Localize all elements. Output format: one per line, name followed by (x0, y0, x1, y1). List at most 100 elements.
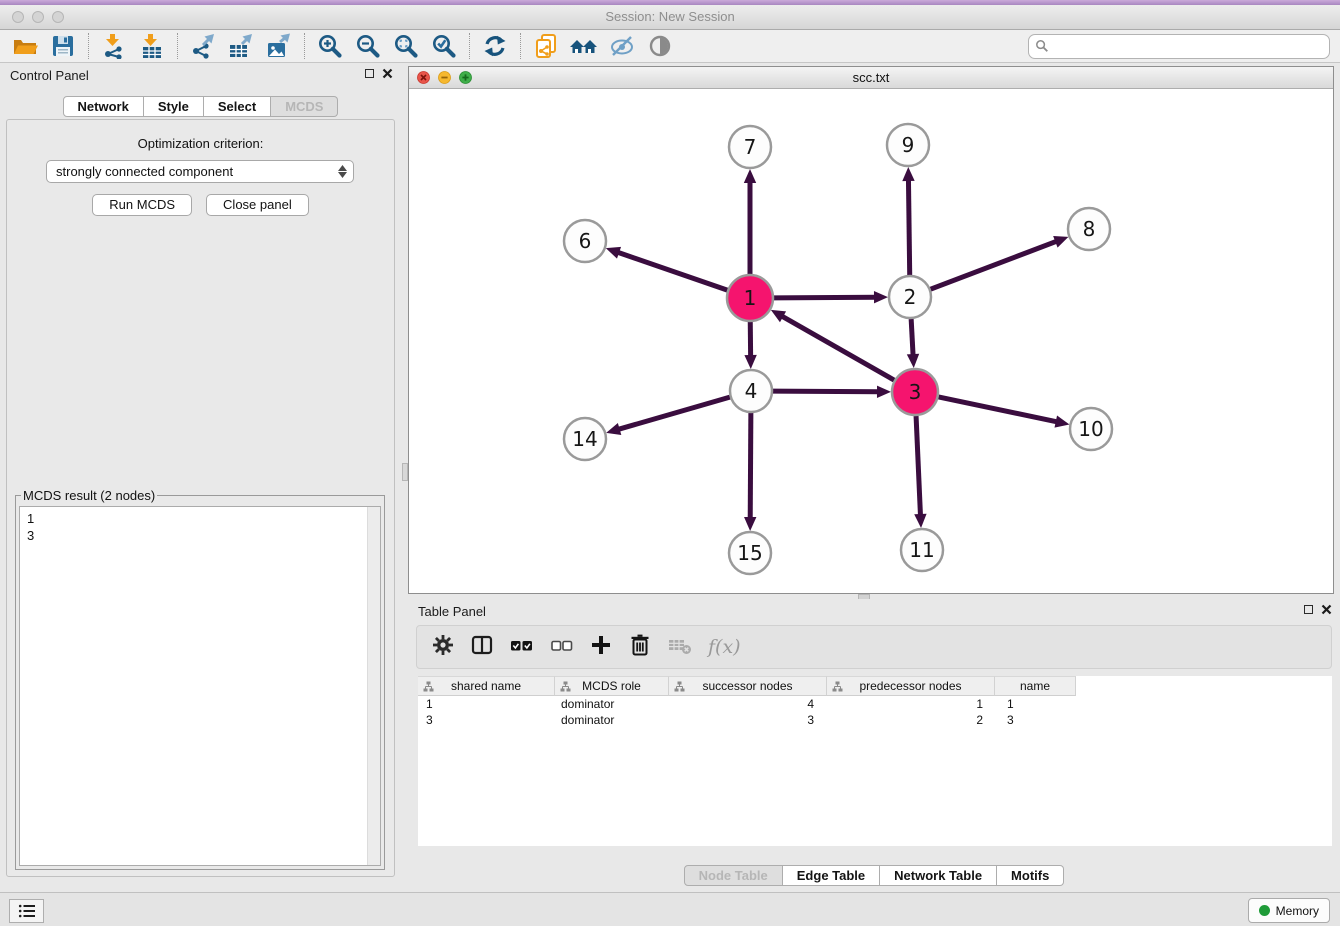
toolbar-separator (469, 33, 470, 59)
edge-2-8[interactable] (931, 241, 1059, 289)
table-cell[interactable]: 3 (418, 713, 555, 727)
refresh-layout-icon[interactable] (476, 32, 514, 60)
delete-table-icon-disabled (667, 633, 693, 662)
node-label: 4 (745, 379, 758, 403)
edge-2-9[interactable] (908, 178, 909, 275)
table-cell[interactable]: 3 (995, 713, 1076, 727)
zoom-fit-icon[interactable] (387, 32, 425, 60)
scrollbar-track[interactable] (367, 507, 380, 865)
zoom-in-icon[interactable] (311, 32, 349, 60)
table-cell[interactable]: 3 (669, 713, 827, 727)
mcds-result-group: MCDS result (2 nodes) 1 3 (15, 488, 385, 870)
column-header-label: predecessor nodes (859, 679, 961, 693)
clone-network-icon[interactable] (527, 32, 565, 60)
export-image-icon[interactable] (260, 32, 298, 60)
select-all-columns-icon[interactable] (509, 633, 535, 662)
show-column-panel-icon[interactable] (470, 633, 494, 662)
edge-4-3[interactable] (773, 391, 880, 392)
node-label: 11 (909, 538, 934, 562)
import-network-icon[interactable] (95, 32, 133, 60)
column-hierarchy-icon (560, 681, 571, 692)
table-settings-gear-icon[interactable] (431, 633, 455, 662)
close-panel-icon[interactable] (382, 68, 393, 79)
column-hierarchy-icon (674, 681, 685, 692)
deselect-all-columns-icon[interactable] (550, 633, 574, 662)
tab-mcds[interactable]: MCDS (271, 96, 338, 117)
network-window: scc.txt 7968124314101511 (408, 66, 1334, 594)
table-cell[interactable]: dominator (555, 713, 669, 727)
save-session-icon[interactable] (44, 32, 82, 60)
vertical-splitter[interactable] (401, 63, 408, 881)
tab-edge-table[interactable]: Edge Table (783, 865, 880, 886)
hide-panels-icon[interactable] (603, 32, 641, 60)
column-header-name[interactable]: name (995, 676, 1076, 696)
show-panels-icon[interactable] (641, 32, 679, 60)
network-graph[interactable]: 7968124314101511 (409, 89, 1333, 593)
zoom-selected-icon[interactable] (425, 32, 463, 60)
export-table-icon[interactable] (222, 32, 260, 60)
task-history-button[interactable] (9, 899, 44, 923)
table-panel: Table Panel f(x) shared nameMCDS role (408, 599, 1340, 888)
dropdown-stepper-icon (338, 165, 347, 178)
node-label: 8 (1083, 217, 1096, 241)
network-window-titlebar[interactable]: scc.txt (409, 67, 1333, 89)
zoom-out-icon[interactable] (349, 32, 387, 60)
criterion-dropdown[interactable]: strongly connected component (46, 160, 354, 183)
search-icon (1035, 39, 1049, 53)
edge-3-1[interactable] (780, 315, 894, 380)
run-mcds-button[interactable]: Run MCDS (92, 194, 192, 216)
edge-4-14[interactable] (617, 397, 730, 430)
edge-3-11[interactable] (916, 416, 920, 517)
delete-column-icon[interactable] (628, 633, 652, 662)
float-panel-icon[interactable] (365, 69, 374, 78)
optimization-criterion-label: Optimization criterion: (7, 136, 394, 151)
mcds-result-box[interactable]: 1 3 (19, 506, 381, 866)
table-row[interactable]: 3dominator323 (418, 712, 1332, 728)
edge-arrow-icon (744, 355, 756, 369)
column-header-label: shared name (451, 679, 521, 693)
column-header-shared-name[interactable]: shared name (418, 676, 555, 696)
edge-4-15[interactable] (750, 413, 751, 520)
memory-button[interactable]: Memory (1248, 898, 1330, 923)
table-cell[interactable]: 1 (418, 697, 555, 711)
table-toolbar: f(x) (416, 625, 1332, 669)
close-panel-button[interactable]: Close panel (206, 194, 309, 216)
create-column-icon[interactable] (589, 633, 613, 662)
table-cell[interactable]: 4 (669, 697, 827, 711)
table-cell[interactable]: 1 (827, 697, 995, 711)
close-panel-icon[interactable] (1321, 604, 1332, 615)
apply-preferred-layout-icon[interactable] (565, 32, 603, 60)
edge-1-2[interactable] (774, 297, 877, 298)
control-panel-titlebar: Control Panel (0, 63, 401, 87)
tab-node-table[interactable]: Node Table (684, 865, 783, 886)
float-panel-icon[interactable] (1304, 605, 1313, 614)
edge-3-10[interactable] (938, 397, 1058, 422)
tab-network-table[interactable]: Network Table (880, 865, 997, 886)
tab-network[interactable]: Network (63, 96, 144, 117)
edge-arrow-icon (907, 354, 919, 368)
table-cell[interactable]: dominator (555, 697, 669, 711)
column-header-successor-nodes[interactable]: successor nodes (669, 676, 827, 696)
app-titlebar: Session: New Session (0, 5, 1340, 30)
criterion-value: strongly connected component (56, 164, 233, 179)
open-session-icon[interactable] (6, 32, 44, 60)
tab-style[interactable]: Style (144, 96, 204, 117)
edge-1-6[interactable] (616, 252, 727, 290)
control-panel-tabs: NetworkStyleSelectMCDS (0, 96, 401, 117)
node-label: 9 (902, 133, 915, 157)
toolbar-separator (520, 33, 521, 59)
column-header-mcds-role[interactable]: MCDS role (555, 676, 669, 696)
edge-2-3[interactable] (911, 319, 913, 357)
tab-select[interactable]: Select (204, 96, 271, 117)
search-field[interactable] (1028, 34, 1330, 59)
column-header-predecessor-nodes[interactable]: predecessor nodes (827, 676, 995, 696)
node-table: shared name MCDS rolesuccessor nodes prede… (418, 676, 1332, 846)
table-cell[interactable]: 1 (995, 697, 1076, 711)
import-table-icon[interactable] (133, 32, 171, 60)
tab-motifs[interactable]: Motifs (997, 865, 1064, 886)
table-row[interactable]: 1dominator411 (418, 696, 1332, 712)
export-network-icon[interactable] (184, 32, 222, 60)
network-canvas[interactable]: 7968124314101511 (409, 89, 1333, 593)
search-input[interactable] (1049, 38, 1323, 55)
table-cell[interactable]: 2 (827, 713, 995, 727)
